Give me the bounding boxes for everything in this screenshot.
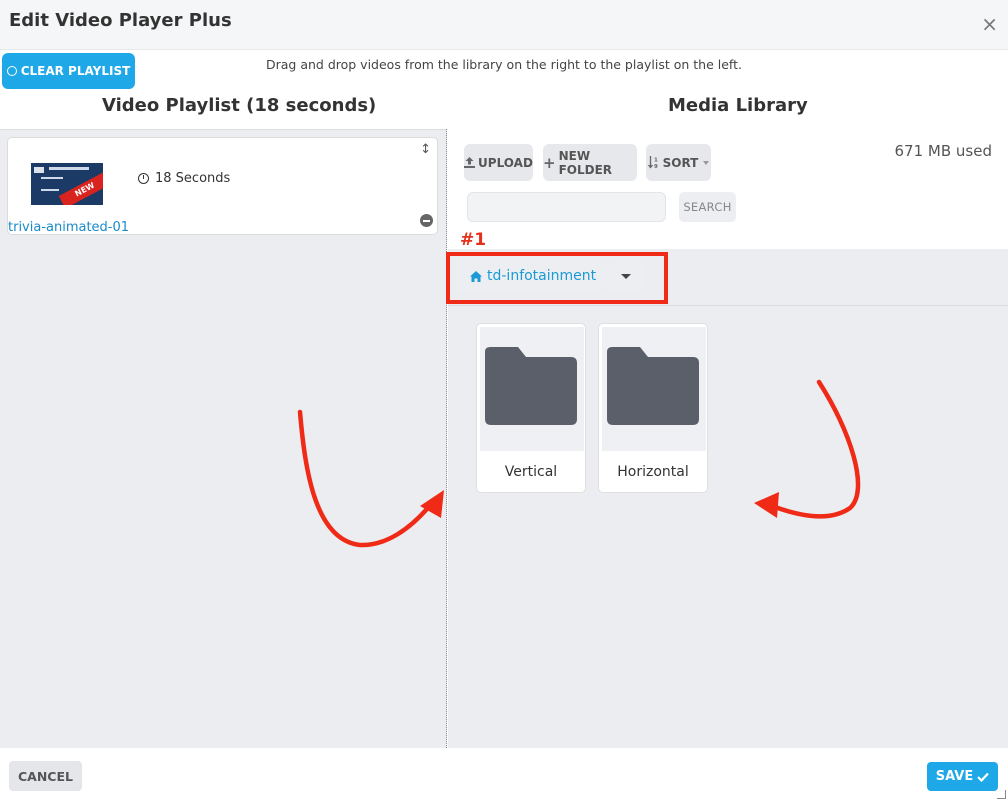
plus-icon: + bbox=[543, 153, 556, 172]
save-button[interactable]: SAVE bbox=[927, 762, 998, 791]
caret-down-icon bbox=[703, 160, 710, 165]
sort-button[interactable]: 19 SORT bbox=[646, 144, 711, 181]
folder-icon-frame bbox=[480, 327, 584, 451]
new-folder-button[interactable]: + NEW FOLDER bbox=[543, 144, 637, 181]
modal-footer bbox=[0, 748, 1008, 801]
sort-icon: 19 bbox=[647, 156, 658, 169]
clock-icon bbox=[138, 173, 149, 184]
remove-icon[interactable] bbox=[420, 214, 433, 227]
sort-label: SORT bbox=[662, 155, 699, 170]
playlist-item[interactable]: NEW 18 Seconds ↕ trivia-animated-01 bbox=[7, 137, 438, 235]
upload-button[interactable]: UPLOAD bbox=[464, 144, 533, 181]
modal-title: Edit Video Player Plus bbox=[9, 10, 232, 31]
storage-usage: 671 MB used bbox=[894, 142, 992, 160]
cancel-button[interactable]: CANCEL bbox=[9, 761, 82, 791]
upload-label: UPLOAD bbox=[478, 155, 533, 170]
close-icon[interactable]: × bbox=[981, 12, 998, 36]
save-label: SAVE bbox=[935, 769, 974, 784]
folder-icon bbox=[485, 347, 577, 425]
drag-handle-icon[interactable]: ↕ bbox=[420, 142, 431, 157]
resize-handle-icon[interactable] bbox=[997, 790, 1006, 799]
folder-card[interactable]: Vertical bbox=[476, 323, 586, 493]
search-button[interactable]: SEARCH bbox=[679, 192, 736, 222]
playlist-item-name[interactable]: trivia-animated-01 bbox=[8, 220, 129, 235]
svg-text:9: 9 bbox=[654, 164, 658, 169]
duration-label: 18 Seconds bbox=[155, 171, 231, 186]
new-folder-label: NEW FOLDER bbox=[558, 148, 613, 177]
playlist-title: Video Playlist (18 seconds) bbox=[102, 95, 377, 116]
check-icon bbox=[977, 772, 990, 782]
modal-header: Edit Video Player Plus × bbox=[0, 0, 1008, 50]
search-input[interactable] bbox=[467, 192, 666, 222]
folder-icon bbox=[607, 347, 699, 425]
folder-name: Vertical bbox=[504, 464, 558, 480]
new-badge: NEW bbox=[58, 171, 103, 205]
svg-text:1: 1 bbox=[654, 158, 658, 164]
instructions-text: Drag and drop videos from the library on… bbox=[266, 57, 742, 72]
separator bbox=[448, 305, 1008, 306]
annotation-label: #1 bbox=[460, 230, 487, 250]
library-title: Media Library bbox=[668, 95, 808, 116]
annotation-highlight-box bbox=[446, 252, 668, 304]
duration: 18 Seconds bbox=[138, 171, 230, 186]
folder-card[interactable]: Horizontal bbox=[598, 323, 708, 493]
clear-playlist-label: CLEAR PLAYLIST bbox=[20, 64, 131, 78]
folder-name: Horizontal bbox=[617, 464, 689, 480]
panel-divider bbox=[446, 129, 447, 748]
folder-icon-frame bbox=[602, 327, 706, 451]
circle-icon bbox=[6, 66, 17, 76]
upload-icon bbox=[464, 157, 476, 168]
video-thumbnail: NEW bbox=[31, 163, 103, 205]
clear-playlist-button[interactable]: CLEAR PLAYLIST bbox=[2, 53, 135, 89]
